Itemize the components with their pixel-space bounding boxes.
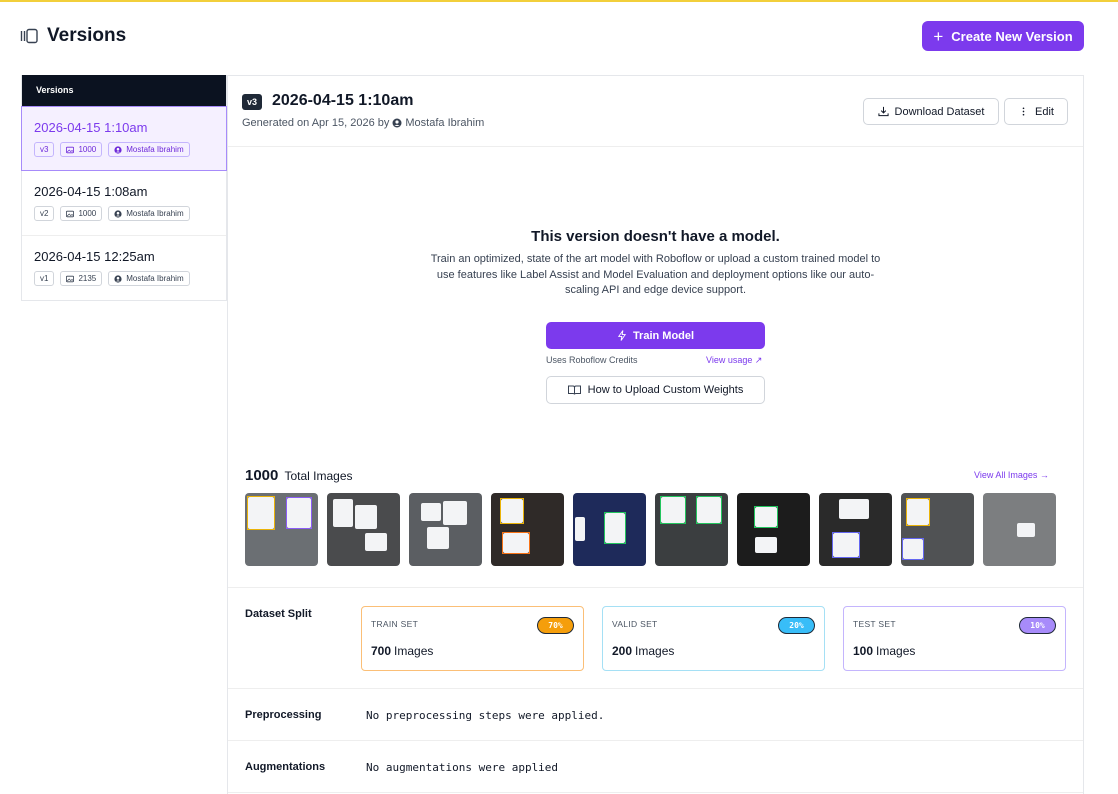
no-model-description: Train an optimized, state of the art mod… [430,253,881,296]
view-usage-link[interactable]: View usage ↗ [706,355,762,366]
page-header: Versions [20,22,126,50]
test-percent-badge: 10% [1019,617,1056,634]
header-divider [228,146,1083,147]
image-count: 1000 [78,145,97,154]
image-count: 2135 [78,274,97,283]
valid-set-card[interactable]: VALID SET 200 Images 20% [602,606,825,671]
image-thumbnail[interactable] [655,493,728,566]
test-set-card[interactable]: TEST SET 100 Images 10% [843,606,1066,671]
generated-author: Mostafa Ibrahim [405,117,485,129]
image-icon [66,146,75,153]
download-dataset-button[interactable]: Download Dataset [863,98,999,125]
image-count-chip: 2135 [60,271,103,286]
create-new-version-button[interactable]: + Create New Version [922,21,1084,51]
train-model-label: Train Model [632,329,695,342]
lightning-icon [617,330,627,341]
author-name: Mostafa Ibrahim [126,209,184,218]
train-set-count-row: 700 Images [371,644,574,658]
version-chip: v1 [34,271,55,286]
image-thumbnail[interactable] [491,493,564,566]
sidebar-heading: Versions [22,75,226,106]
image-thumbnail[interactable] [737,493,810,566]
upload-custom-weights-button[interactable]: How to Upload Custom Weights [546,376,765,404]
image-thumbnail[interactable] [245,493,318,566]
version-chip: v2 [34,206,55,221]
train-model-button[interactable]: Train Model [546,322,765,349]
author-name: Mostafa Ibrahim [126,274,184,283]
dataset-split-label: Dataset Split [245,608,312,620]
credits-note: Uses Roboflow Credits [546,355,638,365]
upload-custom-weights-label: How to Upload Custom Weights [587,384,744,396]
train-set-count: 700 [371,644,392,658]
image-thumbnail[interactable] [409,493,482,566]
no-model-title: This version doesn't have a model. [531,228,780,245]
author-chip: Mostafa Ibrahim [108,271,190,286]
version-item-v3[interactable]: 2026-04-15 1:10am v3 1000 Mostafa Ibrahi… [21,106,227,171]
train-set-unit: Images [394,644,434,658]
plus-icon: + [933,26,944,46]
valid-set-unit: Images [635,644,675,658]
total-images: 1000 Total Images [245,467,353,484]
page-title: Versions [47,25,127,46]
version-item-title: 2026-04-15 1:08am [34,184,148,199]
user-icon [114,145,122,154]
version-item-v1[interactable]: 2026-04-15 12:25am v1 2135 Mostafa Ibrah… [22,236,226,301]
generated-info: Generated on Apr 15, 2026 by Mostafa Ibr… [242,117,484,129]
test-set-unit: Images [876,644,916,658]
image-icon [66,275,75,282]
bottom-divider [228,792,1083,793]
image-icon [66,210,75,217]
augmentations-label: Augmentations [245,761,326,773]
image-thumbnail[interactable] [819,493,892,566]
augmentations-divider [228,740,1083,741]
image-thumbnail[interactable] [901,493,974,566]
image-count: 1000 [78,209,97,218]
version-item-title: 2026-04-15 1:10am [34,120,148,135]
valid-set-count: 200 [612,644,633,658]
train-set-card[interactable]: TRAIN SET 700 Images 70% [361,606,584,671]
total-images-count: 1000 [245,467,279,484]
top-accent-line [0,0,1118,2]
total-images-label: Total Images [284,469,353,483]
generated-prefix: Generated on Apr 15, 2026 by [242,117,390,129]
create-new-version-label: Create New Version [951,28,1073,44]
user-icon [114,209,122,218]
user-icon [114,274,122,283]
image-thumbnails [245,493,1056,566]
augmentations-value: No augmentations were applied [366,761,559,774]
valid-set-count-row: 200 Images [612,644,815,658]
split-divider [228,587,1083,588]
version-title: 2026-04-15 1:10am [272,92,414,109]
test-set-count-row: 100 Images [853,644,1056,658]
image-thumbnail[interactable] [327,493,400,566]
train-percent-badge: 70% [537,617,574,634]
image-thumbnail[interactable] [573,493,646,566]
version-item-title: 2026-04-15 12:25am [34,249,155,264]
version-badge: v3 [242,94,263,110]
edit-button[interactable]: Edit [1004,98,1068,125]
image-count-chip: 1000 [60,142,103,157]
preprocessing-label: Preprocessing [245,709,322,721]
download-dataset-label: Download Dataset [894,105,985,118]
image-thumbnail[interactable] [983,493,1056,566]
valid-percent-badge: 20% [778,617,815,634]
image-count-chip: 1000 [60,206,103,221]
preprocessing-divider [228,688,1083,689]
author-chip: Mostafa Ibrahim [108,206,190,221]
versions-sidebar: Versions 2026-04-15 1:10am v3 1000 Mosta… [21,75,227,301]
more-vertical-icon [1022,107,1025,116]
user-icon [392,118,402,128]
test-set-count: 100 [853,644,874,658]
author-name: Mostafa Ibrahim [126,145,184,154]
version-chip: v3 [34,142,55,157]
version-item-v2[interactable]: 2026-04-15 1:08am v2 1000 Mostafa Ibrahi… [22,171,226,236]
view-all-images-link[interactable]: View All Images → [974,470,1049,480]
author-chip: Mostafa Ibrahim [108,142,190,157]
edit-label: Edit [1035,105,1054,118]
preprocessing-value: No preprocessing steps were applied. [366,709,605,722]
download-icon [877,106,889,117]
version-detail-panel: v3 2026-04-15 1:10am Generated on Apr 15… [227,75,1084,794]
book-icon [567,385,581,395]
sidebar-toggle-icon[interactable] [20,27,38,45]
